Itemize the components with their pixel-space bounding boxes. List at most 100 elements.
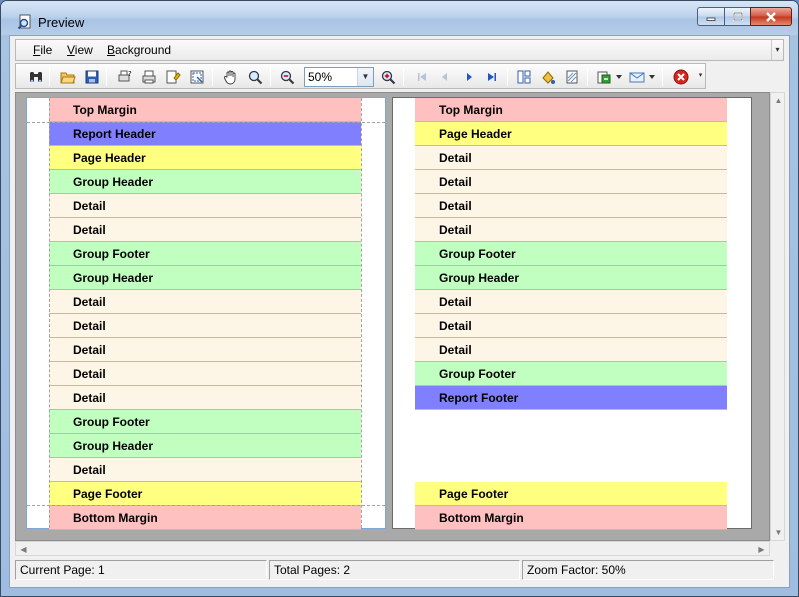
- toolbar-separator: [662, 68, 663, 86]
- toolbar-separator: [49, 68, 50, 86]
- print-setup-button[interactable]: ?: [115, 67, 135, 87]
- chevron-down-icon[interactable]: ▼: [357, 68, 373, 86]
- preview-window: Preview File View Background ▾ ? 50% ▼ ▾…: [0, 0, 799, 597]
- color-button[interactable]: [538, 67, 558, 87]
- send-email-button[interactable]: [627, 67, 647, 87]
- email-dropdown[interactable]: [647, 67, 657, 87]
- menu-background-accel: B: [107, 43, 116, 57]
- menu-file[interactable]: File: [33, 43, 52, 57]
- print-icon: [142, 70, 156, 84]
- zoom-out-icon: [280, 70, 295, 85]
- horizontal-scrollbar[interactable]: ◀ ▶: [15, 541, 770, 556]
- preview-viewport[interactable]: Top Margin Report Header Page Header Group …: [15, 92, 770, 541]
- menu-bar: File View Background ▾: [15, 39, 784, 61]
- menu-background[interactable]: Background: [107, 43, 171, 57]
- multiple-pages-button[interactable]: [514, 67, 534, 87]
- band-detail: Detail: [49, 386, 361, 410]
- previous-page-button[interactable]: [435, 67, 455, 87]
- quick-print-button[interactable]: [163, 67, 183, 87]
- zoom-out-button[interactable]: [277, 67, 297, 87]
- find-button[interactable]: [26, 67, 46, 87]
- band-group: Group Footer: [415, 362, 727, 386]
- svg-text:?: ?: [128, 70, 132, 78]
- band-group: Group Header: [49, 434, 361, 458]
- scroll-right-icon[interactable]: ▶: [754, 542, 769, 557]
- print-setup-icon: ?: [118, 70, 132, 82]
- first-page-icon: [418, 73, 426, 81]
- band-detail: Detail: [49, 338, 361, 362]
- close-window-button[interactable]: [750, 7, 792, 26]
- first-page-button[interactable]: [412, 67, 432, 87]
- band-group: Group Header: [49, 170, 361, 194]
- menu-file-label: ile: [40, 43, 53, 57]
- band-detail: Detail: [49, 362, 361, 386]
- minimize-button[interactable]: [697, 7, 724, 26]
- band-group: Group Footer: [49, 410, 361, 434]
- last-page-button[interactable]: [482, 67, 502, 87]
- next-page-icon: [467, 73, 472, 81]
- scroll-up-icon[interactable]: ▲: [771, 93, 786, 108]
- band-margin: Top Margin: [415, 98, 727, 122]
- toolbar-separator: [270, 68, 271, 86]
- window-title: Preview: [38, 15, 85, 30]
- band-detail: Detail: [49, 194, 361, 218]
- scroll-down-icon[interactable]: ▼: [771, 525, 786, 540]
- close-preview-button[interactable]: [671, 67, 691, 87]
- save-button[interactable]: [82, 67, 102, 87]
- send-email-icon: [629, 72, 645, 83]
- close-preview-icon: [673, 69, 689, 85]
- band-margin: Bottom Margin: [49, 506, 361, 530]
- open-button[interactable]: [58, 67, 78, 87]
- zoom-in-button[interactable]: [378, 67, 398, 87]
- window-controls: [697, 7, 792, 26]
- band-page: Page Footer: [49, 482, 361, 506]
- preview-app-icon: [17, 14, 31, 30]
- bottom-margin-guide: [27, 505, 385, 506]
- band-detail: Detail: [415, 314, 727, 338]
- quick-print-icon: [166, 70, 181, 84]
- print-button[interactable]: [139, 67, 159, 87]
- band-detail: Detail: [415, 218, 727, 242]
- next-page-button[interactable]: [459, 67, 479, 87]
- watermark-icon: [566, 70, 578, 84]
- watermark-button[interactable]: [562, 67, 582, 87]
- band-detail: Detail: [49, 314, 361, 338]
- last-page-icon: [488, 73, 496, 81]
- status-total-pages: Total Pages: 2: [269, 560, 520, 580]
- zoom-in-icon: [381, 70, 396, 85]
- band-detail: Detail: [49, 458, 361, 482]
- status-zoom-factor: Zoom Factor: 50%: [522, 560, 774, 580]
- status-bar: Current Page: 1 Total Pages: 2 Zoom Fact…: [15, 558, 784, 582]
- close-icon: [766, 11, 776, 22]
- export-button[interactable]: [594, 67, 614, 87]
- band-page: Page Header: [49, 146, 361, 170]
- toolbar-overflow-chevron[interactable]: ▾: [696, 63, 706, 89]
- color-icon: [542, 71, 555, 84]
- band-detail: Detail: [415, 146, 727, 170]
- band-group: Group Footer: [49, 242, 361, 266]
- scroll-left-icon[interactable]: ◀: [16, 542, 31, 557]
- export-icon: [597, 71, 611, 84]
- report-page-1[interactable]: Top Margin Report Header Page Header Group …: [26, 97, 386, 530]
- zoom-combobox[interactable]: 50% ▼: [304, 67, 374, 87]
- vertical-scrollbar[interactable]: ▲ ▼: [770, 92, 785, 541]
- band-report: Report Header: [49, 122, 361, 146]
- menu-overflow-chevron[interactable]: ▾: [771, 40, 783, 60]
- report-page-2[interactable]: Top Margin Page Header Detail Detail Detail D…: [392, 97, 752, 530]
- hand-tool-button[interactable]: [221, 67, 241, 87]
- band-detail: Detail: [49, 290, 361, 314]
- save-icon: [85, 70, 99, 84]
- band-group: Group Footer: [415, 242, 727, 266]
- magnifier-button[interactable]: [245, 67, 265, 87]
- export-dropdown[interactable]: [614, 67, 624, 87]
- toolbar: ? 50% ▼: [15, 63, 706, 89]
- menu-view[interactable]: View: [67, 43, 93, 57]
- toolbar-separator: [403, 68, 404, 86]
- title-bar[interactable]: Preview: [1, 1, 798, 35]
- top-margin-guide: [27, 122, 385, 123]
- page-setup-button[interactable]: [187, 67, 207, 87]
- maximize-icon: [732, 12, 743, 21]
- right-margin-guide: [361, 98, 362, 528]
- maximize-button[interactable]: [724, 7, 750, 26]
- band-detail: Detail: [415, 290, 727, 314]
